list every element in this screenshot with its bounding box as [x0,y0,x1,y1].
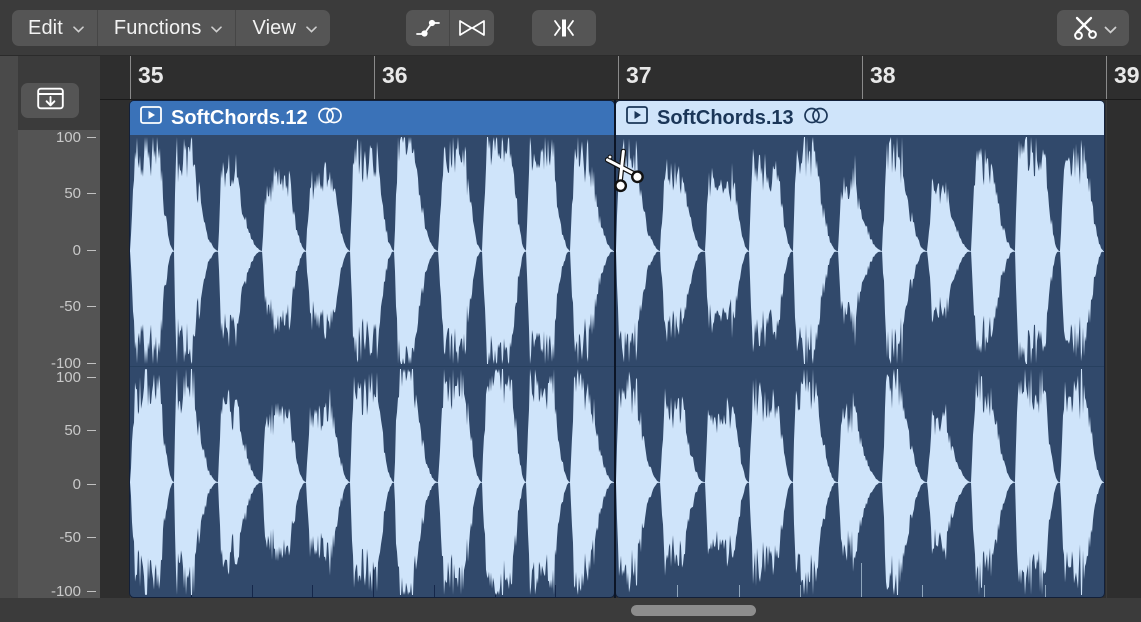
amplitude-scale-left-channel: 100500-50-100 [18,130,100,370]
waveform-channel-right [616,366,1104,597]
stereo-channels-icon [317,107,343,130]
ruler-bar-label: 38 [870,62,896,88]
scissors-icon [1072,15,1100,41]
menu-button-group: Edit Functions View [12,10,330,46]
chevron-down-icon [73,26,84,33]
audio-track-editor-window: Edit Functions View [0,0,1141,622]
amp-left-tick-label: -50 [59,298,81,315]
amp-right-tick: -100 [18,584,100,598]
tick-dash [87,250,96,251]
region-header[interactable]: SoftChords.12 [130,101,614,135]
amp-left-tick-label: 100 [56,129,81,146]
fade-crossfade-icon-button[interactable] [450,10,494,46]
horizontal-scrollbar-thumb[interactable] [631,605,756,616]
tick-dash [87,137,96,138]
amp-left-tick: 0 [18,243,100,257]
amp-right-tick-label: -100 [51,583,81,600]
ruler-bar-mark: 37 [618,56,652,100]
waveform-zero-line [130,482,614,483]
amp-right-tick-label: -50 [59,529,81,546]
window-down-arrow-icon [37,87,64,115]
ruler-bar-label: 37 [626,62,652,88]
amp-right-tick: -50 [18,531,100,545]
ruler-bar-label: 35 [138,62,164,88]
tick-dash [87,484,96,485]
ruler-bar-label: 36 [382,62,408,88]
amplitude-scale-right-channel: 100 50 0 -50 -100 [18,370,100,598]
bar-ruler[interactable]: 35 36 37 38 39 [100,56,1141,100]
amp-right-tick: 0 [18,477,100,491]
amp-left-tick: -50 [18,300,100,314]
waveform-zero-line [130,251,614,252]
waveform-channel-left [616,135,1104,366]
bar-gridline [1106,100,1107,598]
amp-right-tick-label: 0 [73,476,81,493]
tick-dash [87,193,96,194]
import-to-window-button[interactable] [21,83,79,118]
automation-fade-button-group [406,10,494,46]
region-name-label: SoftChords.13 [657,107,794,130]
tick-dash [87,377,96,378]
amp-right-tick: 100 [18,370,100,384]
amp-right-tick-label: 50 [64,422,81,439]
amp-right-tick: 50 [18,424,100,438]
flex-time-icon [550,17,578,39]
ruler-bar-mark: 39 [1106,56,1140,100]
editor-toolbar: Edit Functions View [0,0,1141,56]
edit-menu-button[interactable]: Edit [12,10,98,46]
waveform-channel-left [130,135,614,366]
flex-button-group [532,10,596,46]
view-menu-button[interactable]: View [236,10,329,46]
chevron-down-icon [306,26,317,33]
waveform-channel-right [130,366,614,597]
ruler-bar-label: 39 [1114,62,1140,88]
region-header[interactable]: SoftChords.13 [616,101,1104,135]
play-region-icon[interactable] [626,106,648,130]
region-name-label: SoftChords.12 [171,107,308,130]
audio-region[interactable]: SoftChords.12 [129,100,615,598]
tick-dash [87,430,96,431]
edit-menu-label: Edit [28,17,63,40]
amp-right-tick-label: 100 [56,369,81,386]
tool-selector-group [1057,10,1129,46]
automation-icon [415,18,441,38]
stereo-channels-icon [803,107,829,130]
window-left-edge-strip [0,56,18,622]
chevron-down-icon [1104,26,1115,33]
tick-dash [87,306,96,307]
waveform-canvas[interactable]: SoftChords.12 SoftChords.13 [100,100,1141,598]
amp-left-tick-label: 50 [64,185,81,202]
flex-time-icon-button[interactable] [532,10,596,46]
automation-icon-button[interactable] [406,10,450,46]
audio-region[interactable]: SoftChords.13 [615,100,1105,598]
waveform-zero-line [616,251,1104,252]
scissors-tool-button[interactable] [1057,10,1129,46]
horizontal-scrollbar[interactable] [100,600,1141,622]
tick-dash [87,591,96,592]
ruler-bar-mark: 38 [862,56,896,100]
amp-left-tick-label: 0 [73,242,81,259]
ruler-bar-mark: 36 [374,56,408,100]
functions-menu-label: Functions [114,17,202,40]
amp-left-tick: 100 [18,130,100,144]
functions-menu-button[interactable]: Functions [98,10,237,46]
region-waveform-area [616,135,1104,597]
amp-left-tick: 50 [18,187,100,201]
split-marker [614,100,616,598]
tick-dash [87,363,96,364]
chevron-down-icon [211,26,222,33]
play-region-icon[interactable] [140,106,162,130]
tick-dash [87,537,96,538]
view-menu-label: View [252,17,295,40]
waveform-zero-line [616,482,1104,483]
fade-crossfade-icon [458,18,486,38]
region-waveform-area [130,135,614,597]
ruler-bar-mark: 35 [130,56,164,100]
